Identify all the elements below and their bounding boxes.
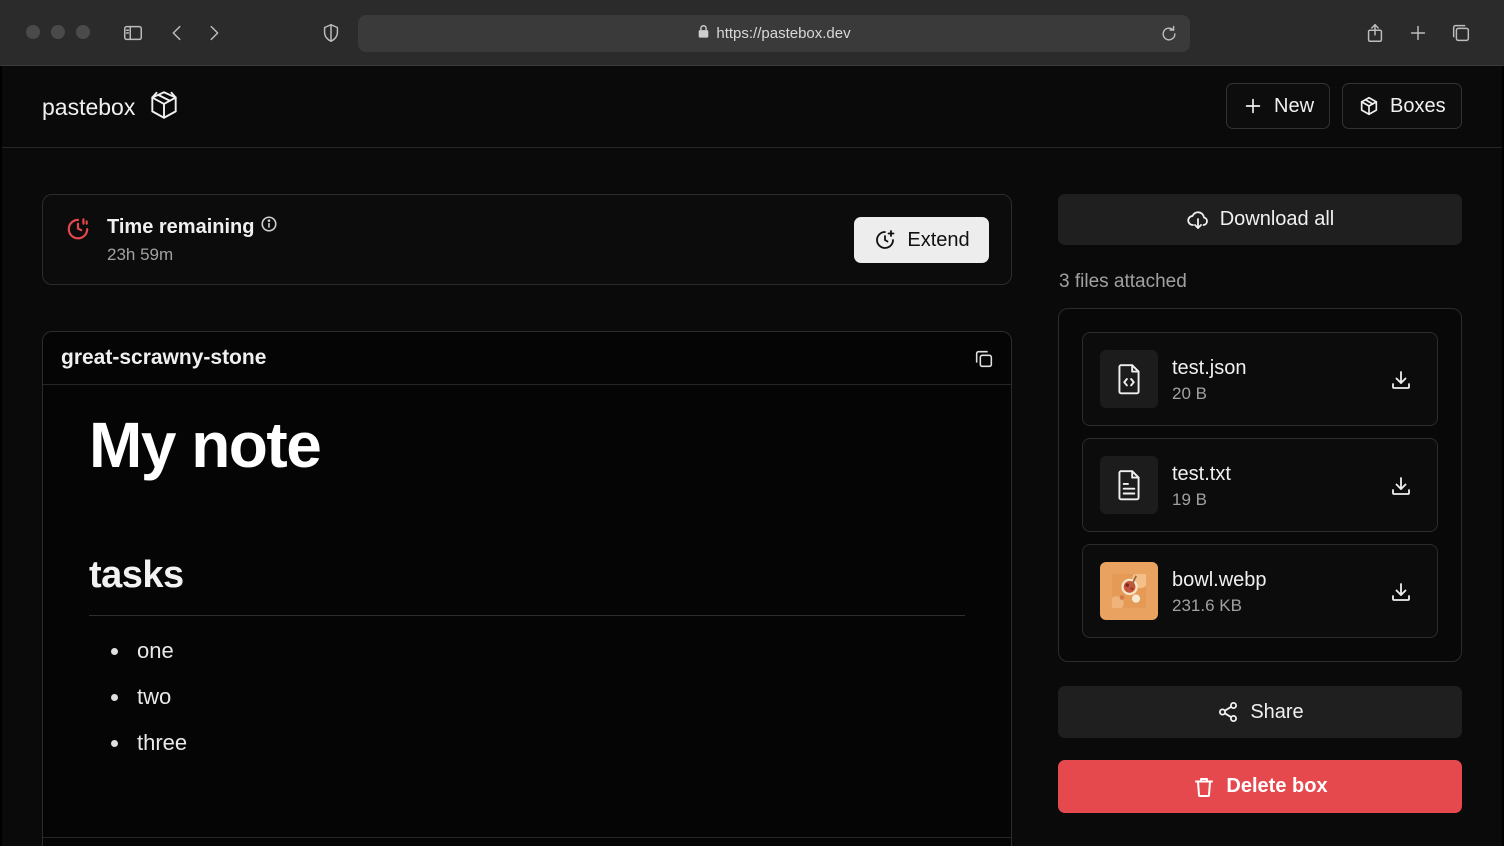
brand-name: pastebox <box>42 94 136 120</box>
share-nodes-icon <box>1219 702 1238 722</box>
share-icon[interactable] <box>1360 18 1390 48</box>
list-item-text: one <box>137 638 174 663</box>
list-item: three <box>111 720 187 766</box>
window-close-button[interactable] <box>26 25 40 39</box>
lock-icon <box>697 24 710 43</box>
box-logo-icon <box>147 88 181 127</box>
app-header: pastebox New Boxes <box>2 66 1502 148</box>
file-code-icon <box>1100 350 1158 408</box>
download-all-button[interactable]: Download all <box>1058 194 1462 245</box>
share-button[interactable]: Share <box>1058 686 1462 738</box>
download-all-label: Download all <box>1219 208 1335 230</box>
file-name: bowl.webp <box>1172 569 1267 591</box>
file-name: test.json <box>1172 357 1247 379</box>
note-heading: My note <box>89 409 322 481</box>
delete-box-button[interactable]: Delete box <box>1058 760 1462 813</box>
url-text: https://pastebox.dev <box>716 25 851 42</box>
clock-plus-icon <box>876 230 895 249</box>
file-size: 20 B <box>1172 384 1207 403</box>
back-icon[interactable] <box>162 18 192 48</box>
trash-icon <box>1195 777 1214 797</box>
time-remaining-title: Time remaining <box>107 215 278 239</box>
forward-icon[interactable] <box>199 18 229 48</box>
cloud-download-icon <box>1187 210 1208 229</box>
shield-icon[interactable] <box>316 18 346 48</box>
copy-icon[interactable] <box>971 346 997 372</box>
divider <box>89 615 965 616</box>
new-tab-plus-icon[interactable] <box>1403 18 1433 48</box>
time-remaining-label: Time remaining <box>107 215 255 238</box>
window-minimize-button[interactable] <box>51 25 65 39</box>
note-header: great-scrawny-stone <box>43 332 1011 385</box>
file-size: 19 B <box>1172 490 1207 509</box>
files-count: 3 files attached <box>1059 271 1187 292</box>
image-thumbnail <box>1100 562 1158 620</box>
download-icon[interactable] <box>1387 366 1415 394</box>
attachments-panel: test.json 20 B test.txt 19 B bowl.webp 2… <box>1058 308 1462 662</box>
new-button[interactable]: New <box>1226 83 1331 129</box>
boxes-button[interactable]: Boxes <box>1342 83 1462 129</box>
file-item-bowl-webp[interactable]: bowl.webp 231.6 KB <box>1082 544 1438 638</box>
download-icon[interactable] <box>1387 578 1415 606</box>
share-button-label: Share <box>1250 700 1304 723</box>
download-icon[interactable] <box>1387 472 1415 500</box>
note-card: great-scrawny-stone My note tasks one tw… <box>42 331 1012 846</box>
time-remaining-value: 23h 59m <box>107 245 174 264</box>
tabs-overview-icon[interactable] <box>1446 18 1476 48</box>
extend-button[interactable]: Extend <box>854 217 989 263</box>
list-item-text: three <box>137 730 188 755</box>
boxes-button-label: Boxes <box>1390 94 1446 117</box>
reload-icon[interactable] <box>1156 21 1182 47</box>
plus-icon <box>1245 98 1261 114</box>
info-icon[interactable] <box>260 215 278 239</box>
file-size: 231.6 KB <box>1172 596 1242 615</box>
task-list: one two three <box>111 628 187 766</box>
brand[interactable]: pastebox <box>42 88 181 127</box>
file-text-icon <box>1100 456 1158 514</box>
note-subheading: tasks <box>89 554 184 596</box>
bullet <box>111 647 118 655</box>
note-name: great-scrawny-stone <box>61 346 267 369</box>
new-button-label: New <box>1274 94 1315 117</box>
list-item: one <box>111 628 187 674</box>
package-icon <box>1360 96 1378 116</box>
browser-toolbar: https://pastebox.dev <box>0 0 1504 66</box>
time-remaining-card: Time remaining 23h 59m Extend <box>42 194 1012 285</box>
file-name: test.txt <box>1172 463 1231 485</box>
file-item-test-txt[interactable]: test.txt 19 B <box>1082 438 1438 532</box>
bullet <box>111 739 118 747</box>
bullet <box>111 693 118 701</box>
app-viewport: pastebox New Boxes Time remaining 23h 59… <box>2 66 1502 846</box>
window-zoom-button[interactable] <box>76 25 90 39</box>
list-item-text: two <box>137 684 172 709</box>
divider <box>43 837 1011 838</box>
extend-button-label: Extend <box>907 228 970 251</box>
sidebar-icon[interactable] <box>118 18 148 48</box>
list-item: two <box>111 674 187 720</box>
delete-box-label: Delete box <box>1226 775 1328 797</box>
address-bar[interactable]: https://pastebox.dev <box>358 15 1190 52</box>
file-item-test-json[interactable]: test.json 20 B <box>1082 332 1438 426</box>
alarm-clock-icon <box>65 215 91 246</box>
